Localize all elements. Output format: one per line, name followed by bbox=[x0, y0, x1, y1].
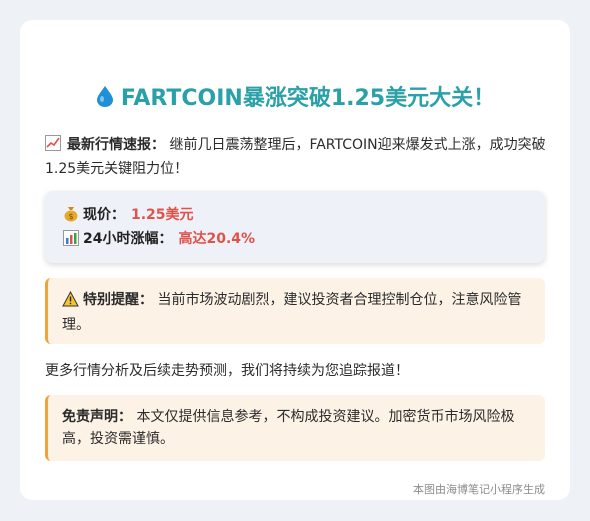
water-drop-icon bbox=[95, 85, 115, 113]
chart-up-icon bbox=[45, 135, 61, 158]
change-label: 24小时涨幅： bbox=[83, 231, 173, 247]
price-row: $ 现价： 1.25美元 bbox=[63, 205, 527, 229]
warning-icon bbox=[62, 290, 79, 314]
warning-label: 特别提醒： bbox=[83, 292, 153, 308]
disclaimer-note: 免责声明： 本文仅提供信息参考，不构成投资建议。加密货币市场风险极高，投资需谨慎… bbox=[45, 395, 545, 461]
warning-note: 特别提醒： 当前市场波动剧烈，建议投资者合理控制仓位，注意风险管理。 bbox=[45, 278, 545, 344]
svg-text:$: $ bbox=[68, 212, 73, 221]
page-title: FARTCOIN暴涨突破1.25美元大关！ bbox=[20, 80, 570, 113]
price-label: 现价： bbox=[83, 207, 125, 223]
title-text: FARTCOIN暴涨突破1.25美元大关！ bbox=[120, 86, 496, 111]
price-value: 1.25美元 bbox=[131, 207, 194, 223]
content-card: FARTCOIN暴涨突破1.25美元大关！ 最新行情速报： 继前几日震荡整理后，… bbox=[20, 20, 570, 500]
money-bag-icon: $ bbox=[63, 205, 79, 229]
footer-credit: 本图由海博笔记小程序生成 bbox=[413, 483, 545, 496]
change-row: 24小时涨幅： 高达20.4% bbox=[63, 229, 527, 253]
bar-chart-icon bbox=[63, 230, 79, 253]
disclaimer-label: 免责声明： bbox=[62, 409, 132, 425]
intro-label: 最新行情速报： bbox=[67, 137, 165, 153]
price-box: $ 现价： 1.25美元 24小时涨幅： 高达20.4% bbox=[45, 191, 545, 263]
intro-paragraph: 最新行情速报： 继前几日震荡整理后，FARTCOIN迎来爆发式上涨，成功突破1.… bbox=[45, 134, 550, 180]
change-value: 高达20.4% bbox=[178, 231, 256, 247]
more-text: 更多行情分析及后续走势预测，我们将持续为您追踪报道！ bbox=[45, 363, 409, 379]
